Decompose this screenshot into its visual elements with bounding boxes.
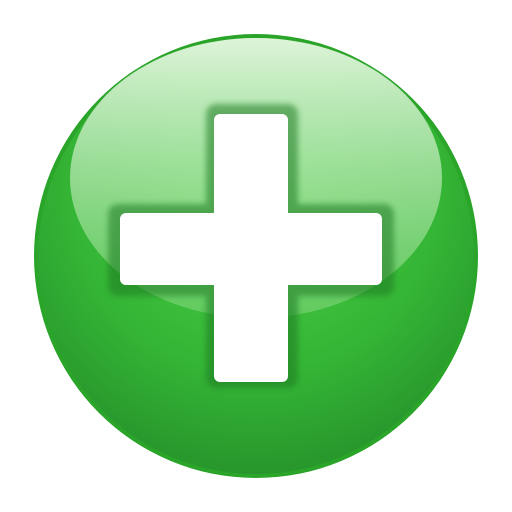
add-button[interactable] — [0, 0, 512, 512]
plus-icon — [34, 34, 478, 478]
canvas — [0, 0, 512, 512]
